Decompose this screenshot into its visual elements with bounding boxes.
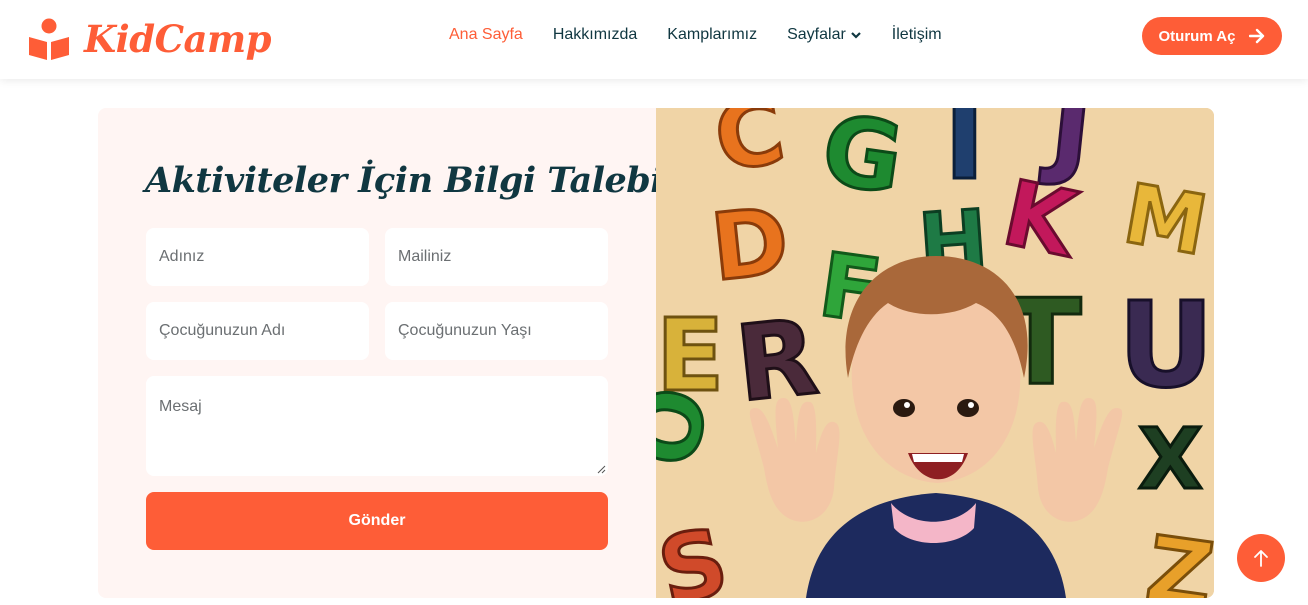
info-request-form: Aktiviteler İçin Bilgi Talebi Adınız Mai… xyxy=(98,108,664,598)
child-name-placeholder: Çocuğunuzun Adı xyxy=(159,322,286,339)
back-to-top-button[interactable] xyxy=(1237,534,1285,582)
login-button[interactable]: Oturum Aç xyxy=(1142,17,1282,55)
navbar: KidCamp Ana Sayfa Hakkımızda Kamplarımız… xyxy=(0,0,1308,79)
letter-x: X xyxy=(1138,410,1203,508)
login-label: Oturum Aç xyxy=(1158,27,1236,45)
chevron-down-icon xyxy=(851,31,861,39)
brand-name: KidCamp xyxy=(84,17,272,61)
message-placeholder: Mesaj xyxy=(159,398,202,415)
reading-child-icon xyxy=(29,18,69,60)
child-age-input[interactable]: Çocuğunuzun Yaşı xyxy=(385,302,608,360)
info-request-card: Aktiviteler İçin Bilgi Talebi Adınız Mai… xyxy=(98,108,1214,598)
submit-label: Gönder xyxy=(348,512,406,529)
name-input[interactable]: Adınız xyxy=(146,228,369,286)
resize-handle-icon[interactable] xyxy=(596,464,606,474)
child-name-input[interactable]: Çocuğunuzun Adı xyxy=(146,302,369,360)
nav-about[interactable]: Hakkımızda xyxy=(553,26,637,44)
nav-camps[interactable]: Kamplarımız xyxy=(667,26,757,44)
nav-pages-label: Sayfalar xyxy=(787,26,846,43)
letter-g: G xyxy=(816,108,910,216)
arrow-right-icon xyxy=(1249,28,1265,44)
name-placeholder: Adınız xyxy=(159,248,205,265)
message-textarea[interactable]: Mesaj xyxy=(146,376,608,476)
form-title: Aktiviteler İçin Bilgi Talebi xyxy=(145,160,664,201)
letter-i: I xyxy=(944,108,985,204)
nav-home[interactable]: Ana Sayfa xyxy=(449,26,523,44)
submit-button[interactable]: Gönder xyxy=(146,492,608,550)
child-age-placeholder: Çocuğunuzun Yaşı xyxy=(398,322,532,339)
email-placeholder: Mailiniz xyxy=(398,248,452,265)
email-input[interactable]: Mailiniz xyxy=(385,228,608,286)
arrow-up-icon xyxy=(1254,550,1268,567)
child-alphabet-photo: C G I J D H K M F E R T U O X S Z xyxy=(656,108,1214,598)
letter-d: D xyxy=(706,187,793,301)
photo-illustration: C G I J D H K M F E R T U O X S Z xyxy=(656,108,1214,598)
letter-u: U xyxy=(1118,276,1214,414)
main-nav: Ana Sayfa Hakkımızda Kamplarımız Sayfala… xyxy=(449,26,972,44)
nav-contact[interactable]: İletişim xyxy=(892,26,942,44)
nav-pages-dropdown[interactable]: Sayfalar xyxy=(787,26,862,44)
letter-m: M xyxy=(1117,167,1214,275)
brand-logo[interactable]: KidCamp xyxy=(28,14,272,64)
